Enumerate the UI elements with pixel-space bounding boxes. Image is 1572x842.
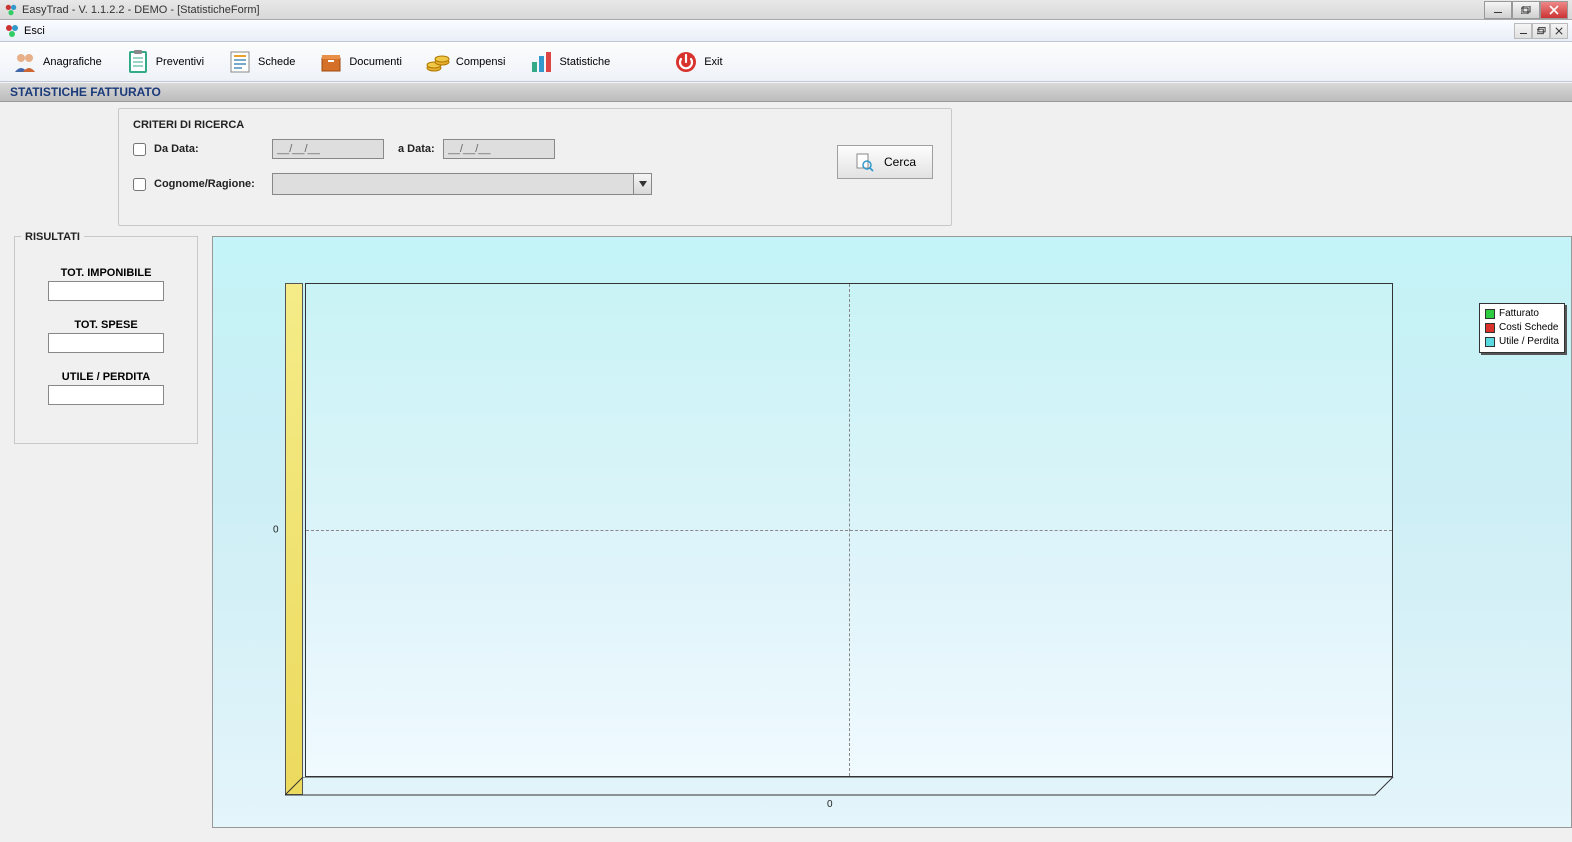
chart-3d-wall bbox=[285, 283, 303, 795]
legend-label: Costi Schede bbox=[1499, 321, 1558, 335]
toolbar-documenti[interactable]: Documenti bbox=[312, 45, 419, 79]
chart-plot bbox=[305, 283, 1393, 777]
window-maximize-button[interactable] bbox=[1512, 1, 1540, 19]
window-close-button[interactable] bbox=[1540, 1, 1568, 19]
utile-perdita-label: UTILE / PERDITA bbox=[33, 371, 179, 383]
toolbar-compensi-label: Compensi bbox=[456, 56, 506, 68]
toolbar-exit[interactable]: Exit bbox=[667, 45, 739, 79]
menu-esci[interactable]: Esci bbox=[24, 25, 45, 37]
cognome-combo-button[interactable] bbox=[634, 173, 652, 195]
legend-item: Fatturato bbox=[1485, 307, 1559, 321]
bar-chart-icon bbox=[527, 48, 555, 76]
box-icon bbox=[317, 48, 345, 76]
form-icon bbox=[226, 48, 254, 76]
search-criteria-panel: CRITERI DI RICERCA Da Data: a Data: Cogn… bbox=[118, 108, 952, 226]
chart-3d-floor bbox=[285, 777, 1395, 799]
utile-perdita-value bbox=[48, 385, 164, 405]
window-minimize-button[interactable] bbox=[1484, 1, 1512, 19]
a-data-label: a Data: bbox=[398, 143, 435, 155]
da-data-checkbox[interactable] bbox=[133, 143, 146, 156]
cognome-combo-input[interactable] bbox=[272, 173, 634, 195]
clipboard-icon bbox=[124, 48, 152, 76]
cerca-label: Cerca bbox=[884, 155, 916, 169]
results-panel: RISULTATI TOT. IMPONIBILE TOT. SPESE UTI… bbox=[14, 236, 198, 444]
legend-label: Utile / Perdita bbox=[1499, 335, 1559, 349]
toolbar-schede[interactable]: Schede bbox=[221, 45, 312, 79]
power-icon bbox=[672, 48, 700, 76]
legend-item: Costi Schede bbox=[1485, 321, 1559, 335]
cognome-combo[interactable] bbox=[272, 173, 652, 195]
exit-icon bbox=[4, 23, 20, 39]
window-title: EasyTrad - V. 1.1.2.2 - DEMO - [Statisti… bbox=[22, 4, 260, 16]
coins-icon bbox=[424, 48, 452, 76]
window-titlebar: EasyTrad - V. 1.1.2.2 - DEMO - [Statisti… bbox=[0, 0, 1572, 20]
mdi-minimize-button[interactable] bbox=[1514, 23, 1532, 39]
mdi-restore-button[interactable] bbox=[1532, 23, 1550, 39]
legend-swatch bbox=[1485, 309, 1495, 319]
toolbar-preventivi-label: Preventivi bbox=[156, 56, 204, 68]
a-data-input[interactable] bbox=[443, 139, 555, 159]
legend-swatch bbox=[1485, 337, 1495, 347]
toolbar-anagrafiche-label: Anagrafiche bbox=[43, 56, 102, 68]
tot-spese-label: TOT. SPESE bbox=[33, 319, 179, 331]
toolbar-documenti-label: Documenti bbox=[349, 56, 402, 68]
chart-legend: Fatturato Costi Schede Utile / Perdita bbox=[1479, 303, 1565, 353]
da-data-label: Da Data: bbox=[154, 143, 264, 155]
tot-imponibile-label: TOT. IMPONIBILE bbox=[33, 267, 179, 279]
criteria-title: CRITERI DI RICERCA bbox=[133, 119, 937, 131]
toolbar-anagrafiche[interactable]: Anagrafiche bbox=[6, 45, 119, 79]
menu-bar: Esci bbox=[0, 20, 1572, 42]
chart-xtick: 0 bbox=[827, 799, 833, 810]
app-icon bbox=[4, 3, 18, 17]
chart-gridline-h bbox=[306, 530, 1392, 531]
cognome-label: Cognome/Ragione: bbox=[154, 178, 264, 190]
cerca-button[interactable]: Cerca bbox=[837, 145, 933, 179]
tot-spese-value bbox=[48, 333, 164, 353]
chart-area: 0 0 Fatturato Costi Schede Utile / Perdi… bbox=[212, 236, 1572, 828]
tot-imponibile-value bbox=[48, 281, 164, 301]
main-toolbar: Anagrafiche Preventivi Schede Documenti … bbox=[0, 42, 1572, 82]
search-doc-icon bbox=[854, 152, 874, 172]
toolbar-exit-label: Exit bbox=[704, 56, 722, 68]
chevron-down-icon bbox=[639, 181, 647, 187]
toolbar-schede-label: Schede bbox=[258, 56, 295, 68]
legend-item: Utile / Perdita bbox=[1485, 335, 1559, 349]
people-icon bbox=[11, 48, 39, 76]
da-data-input[interactable] bbox=[272, 139, 384, 159]
mdi-close-button[interactable] bbox=[1550, 23, 1568, 39]
legend-label: Fatturato bbox=[1499, 307, 1539, 321]
cognome-checkbox[interactable] bbox=[133, 178, 146, 191]
chart-ytick: 0 bbox=[273, 525, 279, 536]
section-header: STATISTICHE FATTURATO bbox=[0, 82, 1572, 102]
toolbar-statistiche-label: Statistiche bbox=[559, 56, 610, 68]
legend-swatch bbox=[1485, 323, 1495, 333]
toolbar-compensi[interactable]: Compensi bbox=[419, 45, 523, 79]
results-title: RISULTATI bbox=[21, 229, 84, 245]
toolbar-preventivi[interactable]: Preventivi bbox=[119, 45, 221, 79]
toolbar-statistiche[interactable]: Statistiche bbox=[522, 45, 627, 79]
